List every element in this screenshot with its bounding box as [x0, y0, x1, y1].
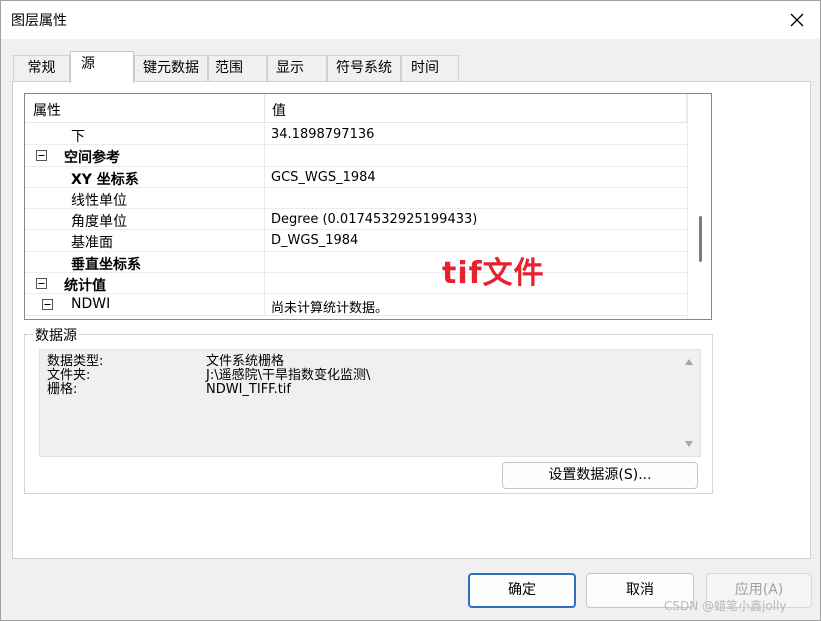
close-icon [790, 13, 804, 27]
header-divider [264, 94, 265, 123]
ds-type-label: 数据类型: [47, 354, 104, 369]
ds-raster-value: NDWI_TIFF.tif [206, 382, 291, 397]
ds-folder-value: J:\遥感院\干旱指数变化监测\ [206, 368, 371, 383]
set-datasource-button[interactable]: 设置数据源(S)... [502, 462, 698, 489]
tab-label: 显示 [276, 60, 304, 76]
column-divider [264, 209, 265, 230]
property-name: 空间参考 [64, 150, 120, 167]
tab-label: 键元数据 [143, 60, 199, 76]
close-button[interactable] [784, 7, 810, 33]
scrollbar-thumb[interactable] [699, 216, 702, 262]
grid-scrollbar[interactable] [687, 94, 711, 319]
header-property: 属性 [33, 103, 61, 119]
tab-general[interactable]: 常规 [13, 55, 70, 82]
property-grid[interactable]: 属性 值 下 34.1898797136 空间参考 XY 坐标系 GCS_WGS_198… [24, 93, 712, 320]
ds-folder-label: 文件夹: [47, 368, 91, 383]
tab-symbology[interactable]: 符号系统 [327, 55, 401, 82]
tab-display[interactable]: 显示 [267, 55, 327, 82]
grid-row[interactable]: 线性单位 [25, 187, 687, 210]
property-value: 尚未计算统计数据。 [271, 301, 389, 317]
source-tab-panel: 属性 值 下 34.1898797136 空间参考 XY 坐标系 GCS_WGS_198… [12, 81, 811, 559]
tab-strip: 常规 源 键元数据 范围 显示 符号系统 时间 [13, 51, 813, 83]
annotation-label: tif文件 [442, 256, 545, 291]
grid-row[interactable]: 垂直坐标系 [25, 251, 687, 274]
property-name: 基准面 [71, 235, 113, 252]
layer-properties-dialog: 图层属性 常规 源 键元数据 范围 显示 符号系统 时间 属性 值 下 34.18… [0, 0, 821, 621]
datasource-group: 数据源 数据类型: 文件系统栅格 文件夹: J:\遥感院\干旱指数变化监测\ 栅… [24, 325, 713, 494]
datasource-info-box[interactable]: 数据类型: 文件系统栅格 文件夹: J:\遥感院\干旱指数变化监测\ 栅格: N… [39, 349, 701, 457]
column-divider [264, 187, 265, 209]
watermark: CSDN @蜡笔小鑫jolly [664, 599, 787, 613]
column-divider [264, 124, 265, 145]
grid-row[interactable]: NDWI 尚未计算统计数据。 [25, 294, 687, 317]
tab-source[interactable]: 源 [70, 51, 134, 83]
property-value: 34.1898797136 [271, 127, 375, 142]
grid-header: 属性 值 [25, 94, 687, 123]
grid-rows: 下 34.1898797136 空间参考 XY 坐标系 GCS_WGS_1984 线性单位… [25, 124, 687, 316]
grid-row[interactable]: XY 坐标系 GCS_WGS_1984 [25, 166, 687, 188]
datasource-group-label: 数据源 [33, 325, 79, 345]
tab-extent[interactable]: 范围 [208, 55, 267, 82]
grid-row[interactable]: 角度单位 Degree (0.0174532925199433) [25, 209, 687, 231]
collapse-icon[interactable] [36, 278, 47, 290]
tab-label: 范围 [215, 60, 243, 76]
grid-row[interactable]: 基准面 D_WGS_1984 [25, 230, 687, 252]
property-name: NDWI [71, 296, 111, 313]
collapse-icon[interactable] [42, 299, 53, 311]
column-divider [264, 230, 265, 251]
property-name: 下 [71, 129, 85, 145]
grid-row[interactable]: 空间参考 [25, 145, 687, 167]
property-name: XY 坐标系 [71, 171, 139, 188]
tab-time[interactable]: 时间 [401, 55, 459, 82]
column-divider [264, 166, 265, 187]
collapse-icon[interactable] [36, 150, 47, 162]
tab-label: 源 [81, 56, 95, 72]
property-value: Degree (0.0174532925199433) [271, 212, 478, 228]
header-value: 值 [272, 103, 286, 119]
scroll-up-icon[interactable] [684, 358, 694, 366]
property-name: 垂直坐标系 [71, 256, 141, 273]
tab-label: 常规 [27, 60, 56, 76]
ds-type-value: 文件系统栅格 [206, 354, 285, 369]
property-name: 线性单位 [71, 192, 127, 209]
grid-row[interactable]: 统计值 [25, 273, 687, 295]
column-divider [264, 294, 265, 315]
title-bar: 图层属性 [1, 1, 820, 39]
dialog-title: 图层属性 [11, 13, 67, 29]
column-divider [264, 251, 265, 273]
ds-raster-label: 栅格: [47, 382, 78, 397]
scroll-down-icon[interactable] [684, 440, 694, 448]
tab-label: 符号系统 [336, 60, 392, 76]
grid-row[interactable]: 下 34.1898797136 [25, 124, 687, 146]
column-divider [264, 145, 265, 166]
property-value: D_WGS_1984 [271, 233, 359, 249]
property-name: 角度单位 [71, 214, 127, 231]
tab-key-metadata[interactable]: 键元数据 [134, 55, 208, 82]
ok-button[interactable]: 确定 [468, 573, 576, 608]
column-divider [264, 273, 265, 294]
property-name: 统计值 [64, 278, 106, 295]
property-value: GCS_WGS_1984 [271, 169, 376, 185]
tab-label: 时间 [411, 60, 439, 76]
